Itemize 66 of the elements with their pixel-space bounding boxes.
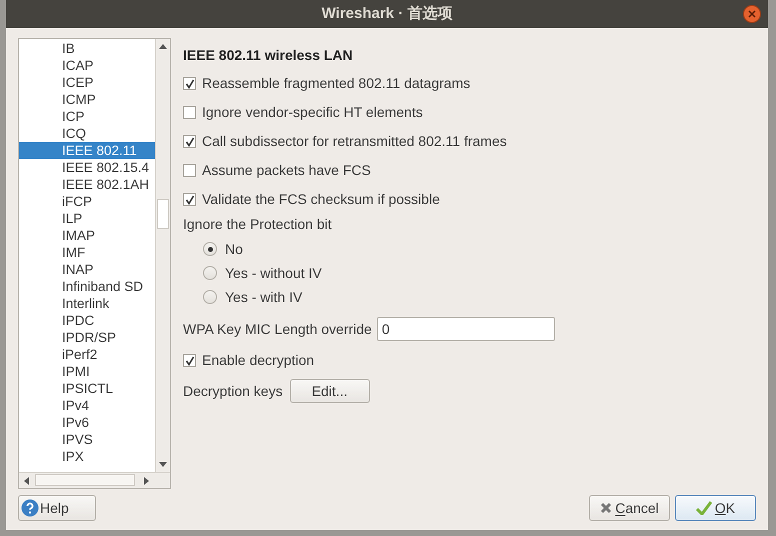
close-icon [748,10,756,18]
scroll-left-icon[interactable] [24,477,29,485]
tree-item[interactable]: IPMI [19,363,155,380]
ok-button[interactable]: OK [675,495,756,521]
checkbox-label: Reassemble fragmented 802.11 datagrams [202,74,470,93]
checkbox[interactable] [183,193,196,206]
checkbox[interactable] [183,354,196,367]
tree-item[interactable]: IB [19,40,155,57]
field-label: Decryption keys [183,382,283,401]
input-field[interactable]: 0 [376,317,555,341]
tree-item[interactable]: ILP [19,210,155,227]
radio-button[interactable] [203,242,217,256]
scroll-down-icon[interactable] [159,462,167,467]
tree-item[interactable]: INAP [19,261,155,278]
checkbox-label: Enable decryption [202,351,314,370]
tree-item[interactable]: IPDC [19,312,155,329]
checkbox[interactable] [183,164,196,177]
horizontal-scrollbar[interactable] [19,472,170,488]
cross-icon [600,502,612,514]
radio-label: Yes - with IV [225,288,302,306]
scroll-up-icon[interactable] [159,44,167,49]
radio-label: Yes - without IV [225,264,322,282]
tree-item[interactable]: IPv4 [19,397,155,414]
tree-item[interactable]: IPX [19,448,155,465]
tree-item[interactable]: IMF [19,244,155,261]
checkbox-label: Call subdissector for retransmitted 802.11 frames [202,132,507,151]
tree-item[interactable]: ICMP [19,91,155,108]
checkbox-label: Validate the FCS checksum if possible [202,190,440,209]
group-label: Ignore the Protection bit [183,215,333,234]
checkbox[interactable] [183,77,196,90]
tree-item[interactable]: ICQ [19,125,155,142]
tree-item[interactable]: ICEP [19,74,155,91]
tree-item[interactable]: ICP [19,108,155,125]
tree-item[interactable]: IEEE 802.1AH [19,176,155,193]
tree-item[interactable]: ICAP [19,57,155,74]
scroll-right-icon[interactable] [144,477,149,485]
scrollbar-thumb[interactable] [35,474,135,486]
tree-item[interactable]: Infiniband SD [19,278,155,295]
field-label: WPA Key MIC Length override [183,320,372,339]
section-title: IEEE 802.11 wireless LAN [183,46,354,65]
tree-item[interactable]: Interlink [19,295,155,312]
edit-button[interactable]: Edit... [290,379,370,403]
tree-item[interactable]: IPv6 [19,414,155,431]
tree-item[interactable]: IMAP [19,227,155,244]
checkbox[interactable] [183,106,196,119]
radio-label: No [225,240,243,258]
scrollbar-thumb[interactable] [157,199,169,229]
close-button[interactable] [743,5,761,23]
checkbox-label: Ignore vendor-specific HT elements [202,103,423,122]
cancel-button[interactable]: Cancel [589,495,670,521]
check-icon [696,501,712,515]
tree-item[interactable]: IEEE 802.11 [19,142,155,159]
tree-item[interactable]: IPVS [19,431,155,448]
tree-item[interactable]: IEEE 802.15.4 [19,159,155,176]
vertical-scrollbar[interactable] [155,39,170,472]
radio-button[interactable] [203,266,217,280]
window-title: Wireshark · 首选项 [322,4,452,24]
help-button[interactable]: Help [18,495,96,521]
tree-item[interactable]: IPDR/SP [19,329,155,346]
radio-button[interactable] [203,290,217,304]
tree-item[interactable]: iFCP [19,193,155,210]
checkbox-label: Assume packets have FCS [202,161,371,180]
tree-item[interactable]: iPerf2 [19,346,155,363]
tree-item[interactable]: IPSICTL [19,380,155,397]
checkbox[interactable] [183,135,196,148]
help-icon [21,499,39,517]
